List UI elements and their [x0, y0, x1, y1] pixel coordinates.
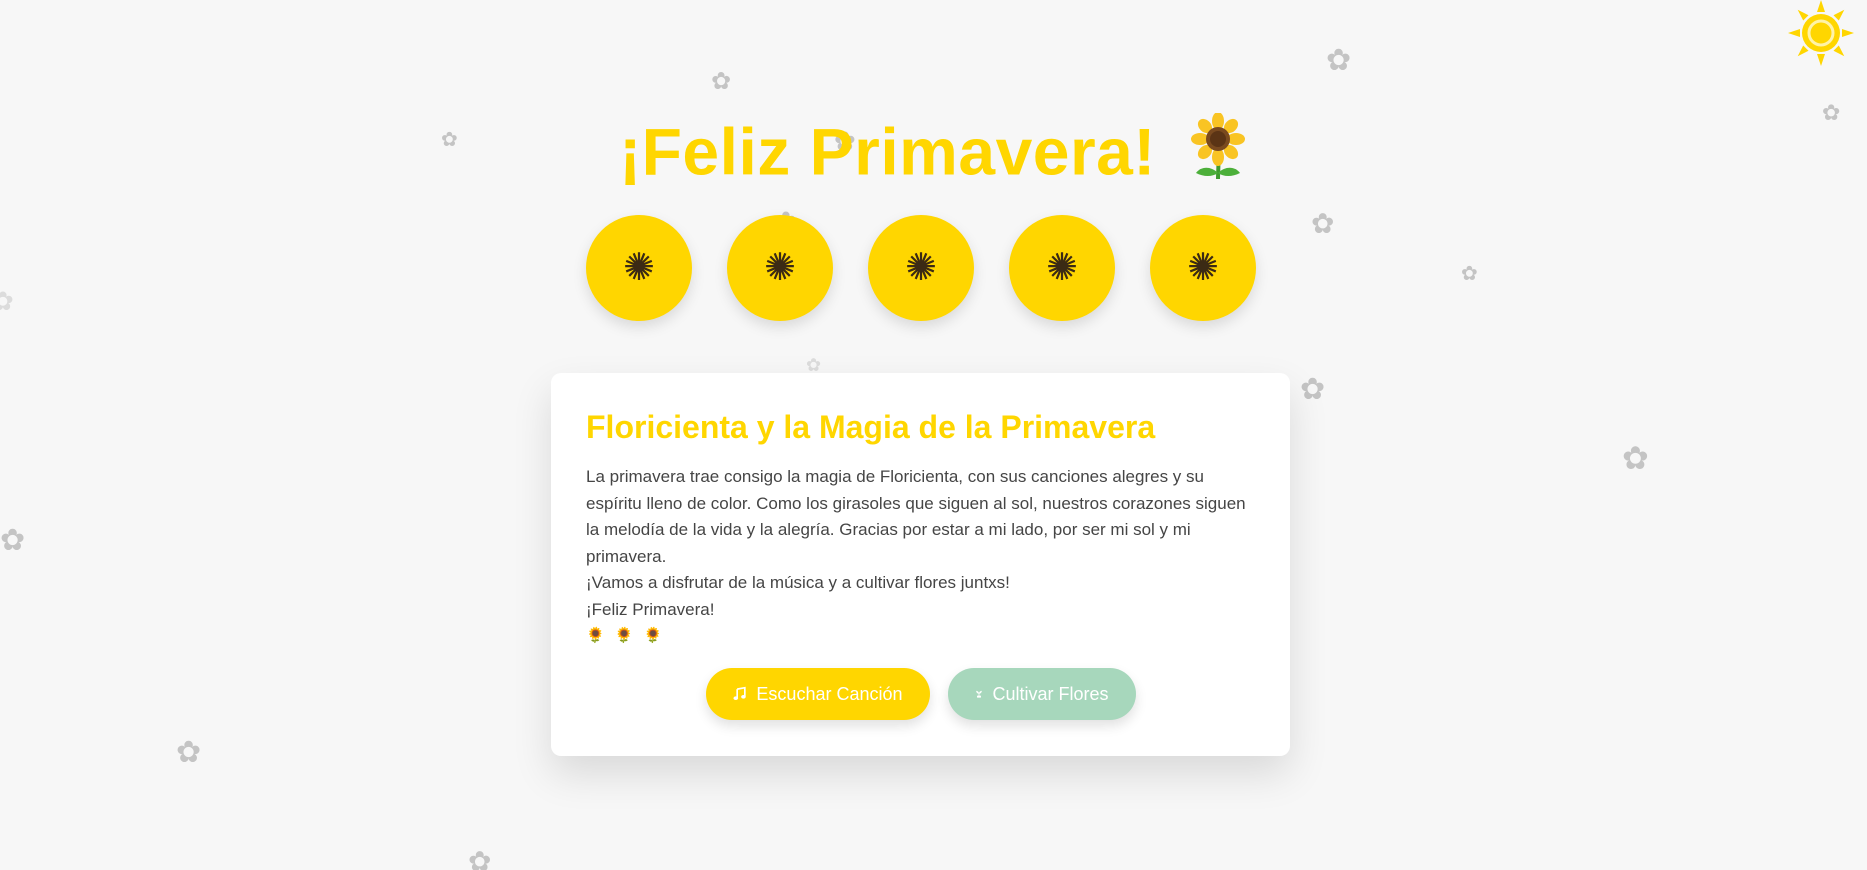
sun-icon	[1788, 0, 1854, 66]
blossom-icon: ✿	[176, 736, 202, 769]
sunflower-button-row: ✺ ✺ ✺ ✺ ✺	[586, 215, 1256, 321]
sunflower-icon	[1190, 112, 1245, 179]
sunflower-button-3[interactable]: ✺	[868, 215, 974, 321]
card-body: La primavera trae consigo la magia de Fl…	[586, 464, 1261, 650]
grow-flowers-label: Cultivar Flores	[992, 683, 1109, 704]
sunflower-icon: ✺	[905, 247, 937, 289]
sunflower-emoji-line: 🌻 🌻 🌻	[586, 627, 666, 644]
blossom-icon: ✿	[711, 68, 732, 95]
page-title: ¡Feliz Primavera!	[0, 108, 1867, 190]
card-line: ¡Feliz Primavera!	[586, 599, 715, 619]
sunflower-icon: ✺	[623, 247, 655, 289]
page-title-text: ¡Feliz Primavera!	[619, 114, 1156, 189]
card-line: ¡Vamos a disfrutar de la música y a cult…	[586, 573, 1010, 592]
sunflower-button-5[interactable]: ✺	[1150, 215, 1256, 321]
listen-song-button[interactable]: Escuchar Canción	[705, 668, 930, 720]
card-paragraph: La primavera trae consigo la magia de Fl…	[586, 467, 1246, 566]
sunflower-icon: ✺	[1187, 247, 1219, 289]
blossom-icon: ✿	[0, 524, 26, 557]
sunflower-button-1[interactable]: ✺	[586, 215, 692, 321]
sunflower-icon: ✺	[1046, 247, 1078, 289]
blossom-icon: ✿	[1461, 263, 1478, 285]
blossom-icon: ✿	[468, 846, 492, 870]
grow-flowers-button[interactable]: Cultivar Flores	[947, 668, 1136, 720]
sunflower-icon: ✺	[764, 247, 796, 289]
blossom-icon: ✿	[806, 355, 822, 375]
message-card: Floricienta y la Magia de la Primavera L…	[551, 373, 1290, 756]
sunflower-button-4[interactable]: ✺	[1009, 215, 1115, 321]
listen-song-label: Escuchar Canción	[756, 683, 903, 704]
page: ✿ ✿ ✿ ✿ ✿ ✿ ✿ ✿ ✿ ✿ ✿ ✿ ✿ ✿ ✿ ✿ ✿ ✿ ✿ ✿ …	[0, 0, 1867, 870]
card-title: Floricienta y la Magia de la Primavera	[586, 409, 1156, 445]
blossom-icon: ✿	[1311, 208, 1335, 239]
blossom-icon: ✿	[0, 286, 14, 316]
blossom-icon: ✿	[1326, 44, 1352, 77]
blossom-icon: ✿	[1300, 373, 1326, 406]
seedling-icon	[975, 690, 982, 698]
card-actions: Escuchar Canción Cultivar Flores	[551, 668, 1290, 720]
sunflower-button-2[interactable]: ✺	[727, 215, 833, 321]
music-note-icon	[732, 686, 746, 700]
blossom-icon: ✿	[1622, 440, 1649, 476]
